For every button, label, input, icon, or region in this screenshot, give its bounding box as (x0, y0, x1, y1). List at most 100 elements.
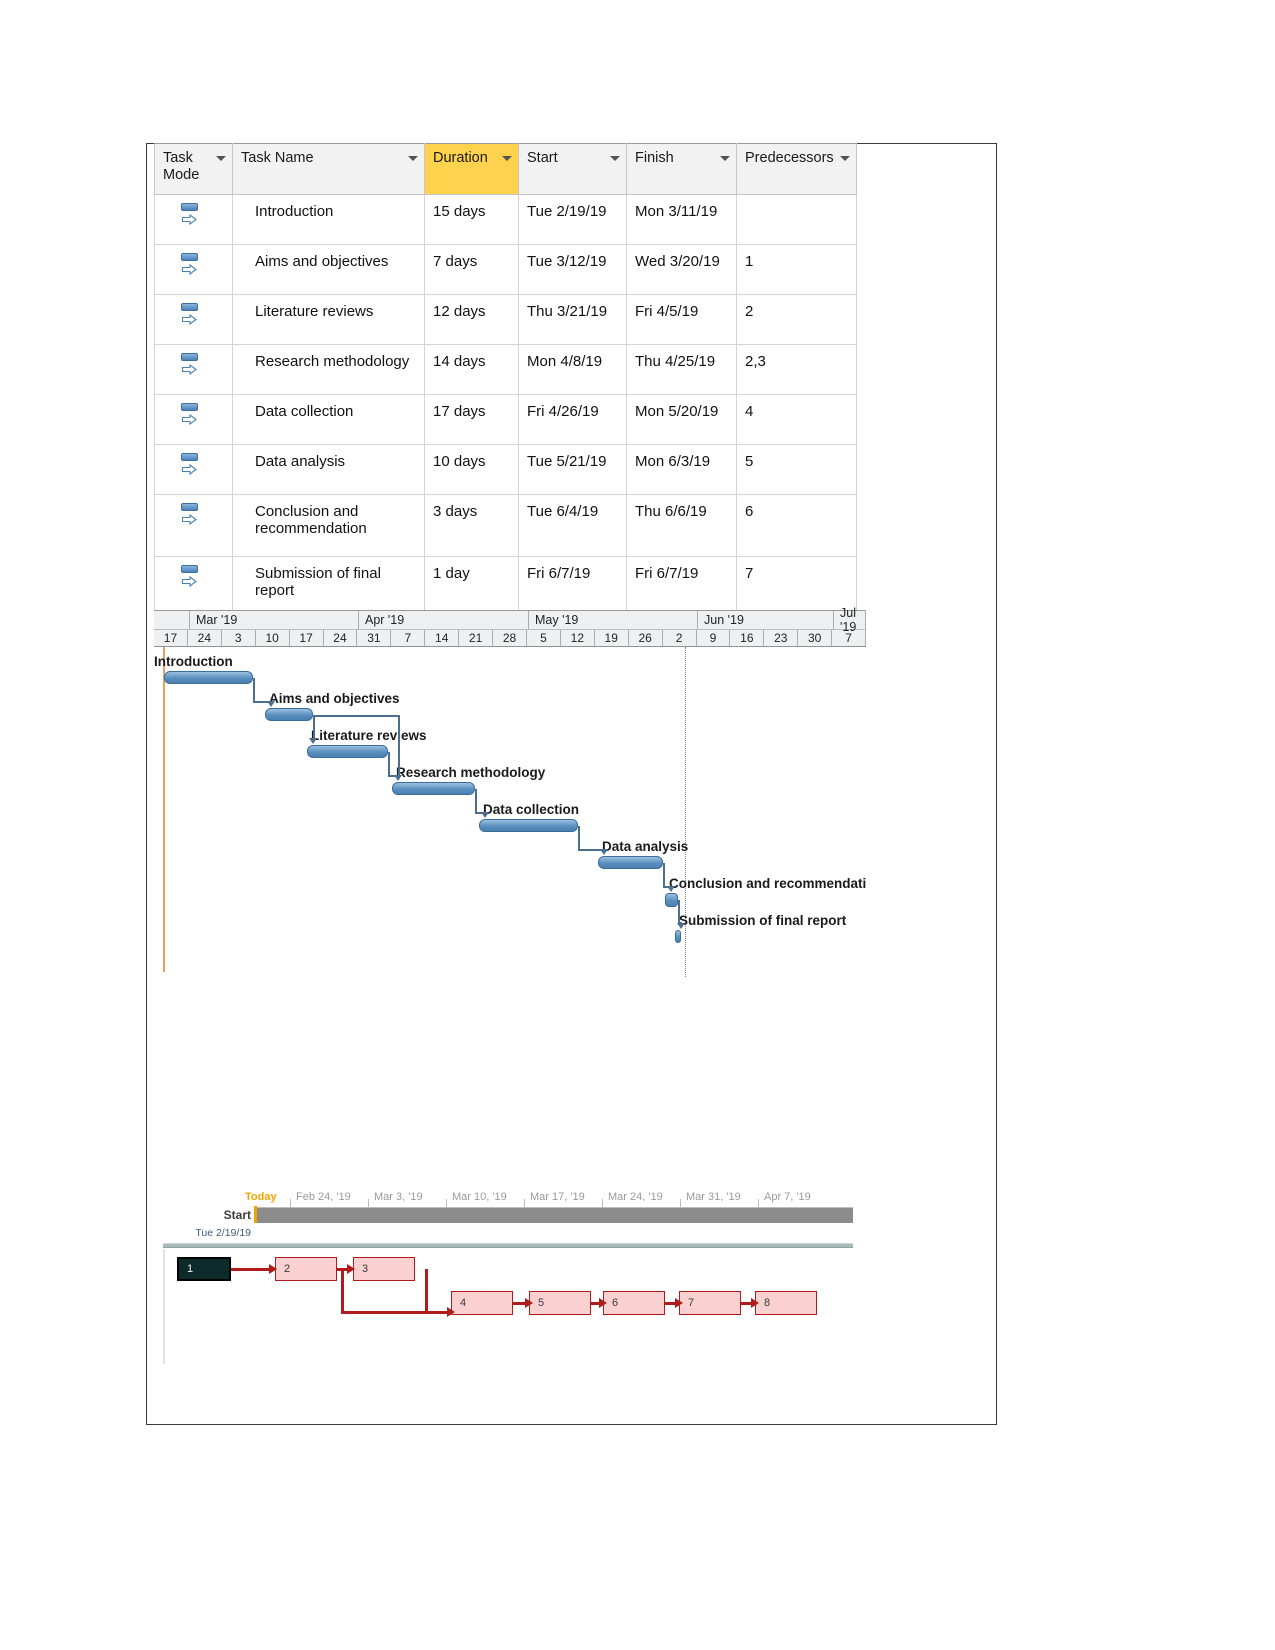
cell-start[interactable]: Fri 4/26/19 (518, 394, 627, 445)
cell-duration[interactable]: 7 days (424, 244, 519, 295)
cell-finish[interactable]: Thu 6/6/19 (626, 494, 737, 557)
table-row[interactable]: Aims and objectives 7 days Tue 3/12/19 Wed … (154, 244, 857, 295)
chevron-down-icon[interactable] (840, 156, 850, 161)
cell-start[interactable]: Mon 4/8/19 (518, 344, 627, 395)
cell-task-name[interactable]: Research methodology (232, 344, 425, 395)
cell-task-mode[interactable] (154, 494, 233, 557)
cell-predecessors[interactable]: 2 (736, 294, 857, 345)
cell-task-name[interactable]: Literature reviews (232, 294, 425, 345)
manually-scheduled-icon[interactable] (181, 303, 201, 327)
table-row[interactable]: Literature reviews 12 days Thu 3/21/19 Fri … (154, 294, 857, 345)
cell-finish[interactable]: Mon 6/3/19 (626, 444, 737, 495)
manually-scheduled-icon[interactable] (181, 453, 201, 477)
cell-task-mode[interactable] (154, 194, 233, 245)
cell-task-name[interactable]: Data collection (232, 394, 425, 445)
cell-task-name[interactable]: Data analysis (232, 444, 425, 495)
cell-duration[interactable]: 15 days (424, 194, 519, 245)
timeline-start-label: Start (223, 1208, 251, 1222)
cell-finish[interactable]: Mon 5/20/19 (626, 394, 737, 445)
manually-scheduled-icon[interactable] (181, 403, 201, 427)
timeline-start-marker (254, 1206, 257, 1223)
cell-duration[interactable]: 10 days (424, 444, 519, 495)
gantt-bar[interactable] (675, 930, 681, 943)
timeline-tick-label: Mar 31, '19 (686, 1191, 741, 1203)
network-node[interactable]: 6 (603, 1291, 665, 1315)
network-node[interactable]: 1 (177, 1257, 231, 1281)
table-row[interactable]: Data collection 17 days Fri 4/26/19 Mon 5/2… (154, 394, 857, 445)
timeline-divider (163, 1243, 853, 1248)
column-header-predecessors[interactable]: Predecessors (736, 143, 857, 195)
cell-duration[interactable]: 17 days (424, 394, 519, 445)
column-header-start[interactable]: Start (518, 143, 627, 195)
cell-start[interactable]: Tue 3/12/19 (518, 244, 627, 295)
cell-task-mode[interactable] (154, 244, 233, 295)
cell-finish[interactable]: Thu 4/25/19 (626, 344, 737, 395)
network-arrow-icon (447, 1307, 455, 1317)
cell-duration[interactable]: 14 days (424, 344, 519, 395)
cell-finish[interactable]: Wed 3/20/19 (626, 244, 737, 295)
chevron-down-icon[interactable] (720, 156, 730, 161)
network-node[interactable]: 4 (451, 1291, 513, 1315)
cell-predecessors[interactable]: 5 (736, 444, 857, 495)
document-page: Task Mode Task Name Duration Start Finis… (146, 143, 997, 1425)
manually-scheduled-icon[interactable] (181, 253, 201, 277)
manually-scheduled-icon[interactable] (181, 203, 201, 227)
cell-start[interactable]: Thu 3/21/19 (518, 294, 627, 345)
gantt-bar[interactable] (392, 782, 475, 795)
gantt-day-cell: 17 (154, 630, 188, 646)
cell-duration[interactable]: 12 days (424, 294, 519, 345)
pin-bar-icon (181, 403, 198, 411)
network-node[interactable]: 3 (353, 1257, 415, 1281)
cell-task-name[interactable]: Introduction (232, 194, 425, 245)
cell-predecessors[interactable]: 4 (736, 394, 857, 445)
chevron-down-icon[interactable] (502, 156, 512, 161)
network-node[interactable]: 7 (679, 1291, 741, 1315)
timeline-tick-mark (290, 1199, 291, 1207)
cell-start[interactable]: Tue 5/21/19 (518, 444, 627, 495)
network-node-id: 6 (612, 1297, 619, 1309)
table-row[interactable]: Research methodology 14 days Mon 4/8/19 Thu… (154, 344, 857, 395)
cell-finish[interactable]: Mon 3/11/19 (626, 194, 737, 245)
table-row[interactable]: Conclusion and recommendation 3 days Tue 6… (154, 494, 857, 557)
manually-scheduled-icon[interactable] (181, 503, 201, 527)
gantt-bar[interactable] (265, 708, 313, 721)
column-header-task-mode[interactable]: Task Mode (154, 143, 233, 195)
cell-start[interactable]: Tue 2/19/19 (518, 194, 627, 245)
chevron-down-icon[interactable] (610, 156, 620, 161)
gantt-bar[interactable] (307, 745, 388, 758)
gantt-bar[interactable] (164, 671, 253, 684)
gantt-bar[interactable] (665, 893, 678, 907)
gantt-month-cell: Jul '19 (834, 606, 866, 634)
column-header-task-name[interactable]: Task Name (232, 143, 425, 195)
network-node[interactable]: 2 (275, 1257, 337, 1281)
cell-predecessors[interactable] (736, 194, 857, 245)
manually-scheduled-icon[interactable] (181, 565, 201, 589)
cell-task-mode[interactable] (154, 394, 233, 445)
cell-task-mode[interactable] (154, 444, 233, 495)
gantt-link-arrow-icon (309, 738, 317, 744)
column-header-finish[interactable]: Finish (626, 143, 737, 195)
cell-task-name[interactable]: Conclusion and recommendation (232, 494, 425, 557)
chevron-down-icon[interactable] (216, 156, 226, 161)
manually-scheduled-icon[interactable] (181, 353, 201, 377)
table-row[interactable]: Data analysis 10 days Tue 5/21/19 Mon 6/3/1… (154, 444, 857, 495)
cell-predecessors[interactable]: 6 (736, 494, 857, 557)
cell-start[interactable]: Tue 6/4/19 (518, 494, 627, 557)
cell-finish[interactable]: Fri 4/5/19 (626, 294, 737, 345)
chevron-down-icon[interactable] (408, 156, 418, 161)
pin-bar-icon (181, 303, 198, 311)
column-header-label: Predecessors (745, 150, 834, 166)
cell-task-name[interactable]: Aims and objectives (232, 244, 425, 295)
network-node[interactable]: 8 (755, 1291, 817, 1315)
gantt-bar[interactable] (598, 856, 663, 869)
timeline-project-bar[interactable] (255, 1207, 853, 1223)
gantt-bar[interactable] (479, 819, 578, 832)
cell-duration[interactable]: 3 days (424, 494, 519, 557)
cell-predecessors[interactable]: 1 (736, 244, 857, 295)
cell-task-mode[interactable] (154, 294, 233, 345)
table-row[interactable]: Introduction 15 days Tue 2/19/19 Mon 3/11/1… (154, 194, 857, 245)
network-node[interactable]: 5 (529, 1291, 591, 1315)
column-header-duration[interactable]: Duration (424, 143, 519, 195)
cell-predecessors[interactable]: 2,3 (736, 344, 857, 395)
cell-task-mode[interactable] (154, 344, 233, 395)
